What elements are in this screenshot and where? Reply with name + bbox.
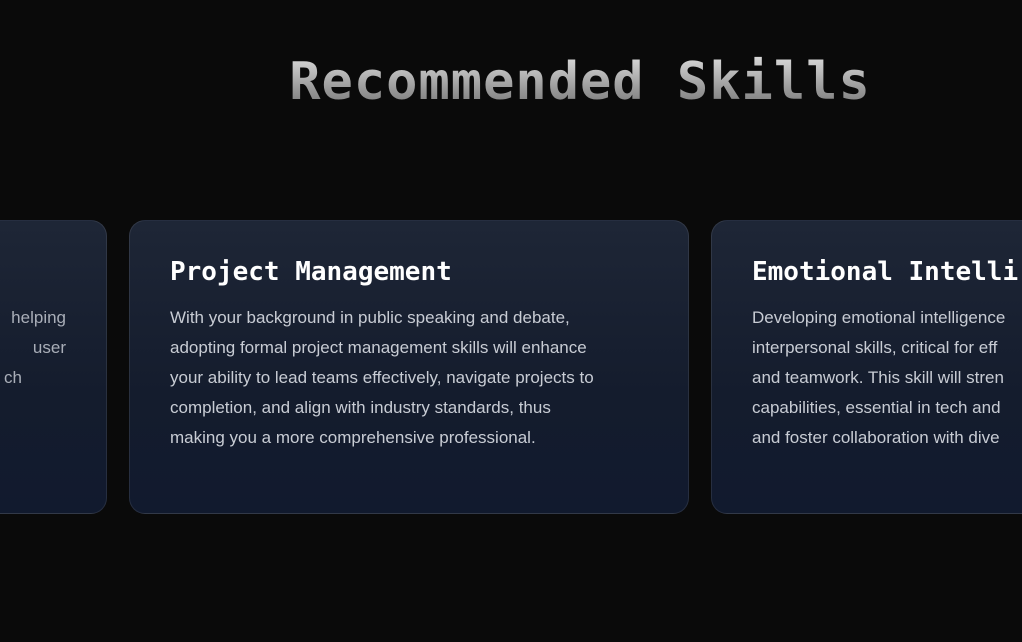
description-line: Developing emotional intelligence [752, 308, 1006, 327]
description-line: interpersonal skills, critical for eff [752, 338, 998, 357]
description-line: ch [4, 368, 22, 387]
skill-card-title: Emotional Intelli [752, 257, 1019, 287]
description-line: user [32, 338, 66, 357]
skill-card-description: With your background in public speaking … [170, 303, 648, 453]
skill-card-project-management[interactable]: Project Management With your background … [129, 220, 689, 514]
skill-card-title: Project Management [170, 257, 452, 287]
skill-card-description: helping user ch [0, 303, 66, 393]
description-line: capabilities, essential in tech and [752, 398, 1001, 417]
description-line: With your background in public speaking … [170, 308, 570, 327]
skill-card-emotional-intelligence[interactable]: Emotional Intelli Developing emotional i… [711, 220, 1022, 514]
description-line: adopting formal project management skill… [170, 338, 587, 357]
description-line: helping [11, 308, 66, 327]
skills-carousel[interactable]: helping user ch Project Management With … [0, 220, 1022, 516]
section-title: Recommended Skills [0, 50, 1022, 114]
skill-card-previous[interactable]: helping user ch [0, 220, 107, 514]
description-line: making you a more comprehensive professi… [170, 428, 536, 447]
skill-card-description: Developing emotional intelligence interp… [752, 303, 1022, 453]
description-line: and teamwork. This skill will stren [752, 368, 1004, 387]
description-line: and foster collaboration with dive [752, 428, 1000, 447]
description-line: your ability to lead teams effectively, … [170, 368, 594, 387]
recommended-skills-page: Recommended Skills helping user ch Proje… [0, 0, 1022, 642]
description-line: completion, and align with industry stan… [170, 398, 551, 417]
